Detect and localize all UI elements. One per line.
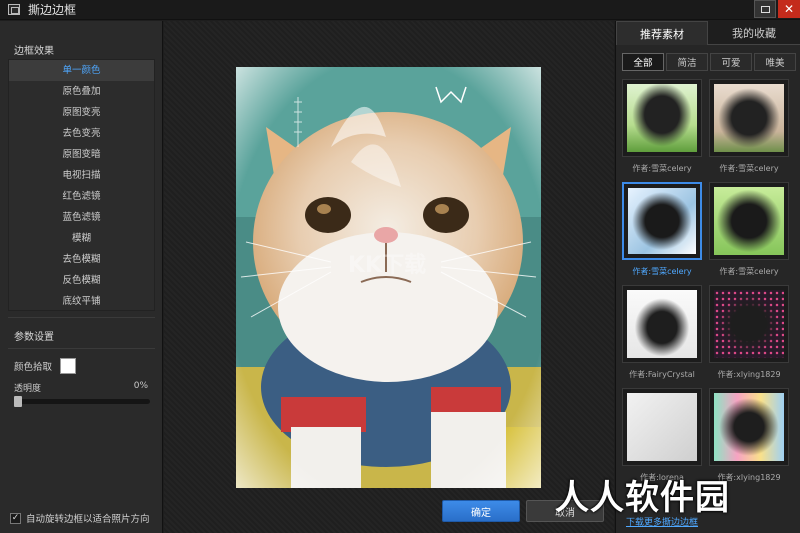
effects-list: 单一颜色 原色叠加 原图变亮 去色变亮 原图变暗 电视扫描 红色滤镜 蓝色滤镜 模糊 去色模糊 反色…: [8, 59, 155, 311]
effect-item[interactable]: 电视扫描: [9, 165, 154, 186]
material-card[interactable]: 作者:雪菜celery: [622, 79, 702, 174]
color-pick-label: 颜色拾取: [14, 362, 53, 373]
material-author: 作者:雪菜celery: [632, 267, 692, 276]
material-thumbnail[interactable]: [622, 79, 702, 157]
app-icon: [8, 4, 20, 15]
material-thumbnail[interactable]: [709, 285, 789, 363]
effect-item[interactable]: 模糊: [9, 228, 154, 249]
site-watermark: 人人软件园: [555, 478, 730, 518]
effect-item[interactable]: 原色叠加: [9, 81, 154, 102]
effects-section-title: 边框效果: [14, 46, 54, 57]
effect-item[interactable]: 原图变亮: [9, 102, 154, 123]
effect-item[interactable]: 蓝色滤镜: [9, 207, 154, 228]
auto-rotate-option[interactable]: ✓ 自动旋转边框以适合照片方向: [10, 511, 150, 525]
close-icon: ✕: [783, 2, 795, 16]
tab-favorites[interactable]: 我的收藏: [708, 21, 800, 45]
effect-item[interactable]: 单一颜色: [9, 60, 154, 81]
effect-item[interactable]: 去色模糊: [9, 249, 154, 270]
thumbnail-image: [628, 188, 696, 254]
material-author: 作者:FairyCrystal: [629, 370, 695, 379]
material-thumbnail[interactable]: [709, 388, 789, 466]
right-panel: 推荐素材 我的收藏 全部 简洁 可爱 唯美 作者:雪菜celery 作者:雪菜celery…: [615, 21, 800, 533]
material-thumbnail[interactable]: [709, 79, 789, 157]
material-card[interactable]: 作者:雪菜celery: [709, 182, 789, 277]
material-thumbnail[interactable]: [622, 285, 702, 363]
thumbnail-image: [627, 290, 697, 358]
color-pick-row: 颜色拾取: [14, 358, 77, 374]
thumbnail-image: [714, 84, 784, 152]
material-thumbnail[interactable]: [709, 182, 789, 260]
material-card[interactable]: 作者:雪菜celery: [622, 182, 702, 277]
opacity-row: 透明度 0%: [14, 381, 148, 394]
photo-preview: KK下载: [236, 67, 541, 488]
material-card[interactable]: 作者:xlying1829: [709, 388, 789, 483]
left-panel: 边框效果 单一颜色 原色叠加 原图变亮 去色变亮 原图变暗 电视扫描 红色滤镜 蓝色滤镜 模糊去…: [0, 21, 163, 533]
material-tabs: 推荐素材 我的收藏: [616, 21, 800, 45]
material-card[interactable]: 作者:xlying1829: [709, 285, 789, 380]
material-card[interactable]: 作者:雪菜celery: [709, 79, 789, 174]
effect-item[interactable]: 去色变亮: [9, 123, 154, 144]
material-thumbnail[interactable]: [622, 182, 702, 260]
window-title: 撕边边框: [28, 3, 77, 17]
material-card[interactable]: 作者:FairyCrystal: [622, 285, 702, 380]
effect-item[interactable]: 红色滤镜: [9, 186, 154, 207]
category-tab[interactable]: 简洁: [666, 53, 708, 71]
category-tabs: 全部 简洁 可爱 唯美: [622, 53, 798, 71]
material-author: 作者:雪菜celery: [632, 164, 692, 173]
thumbnail-image: [714, 393, 784, 461]
opacity-value: 0%: [133, 381, 148, 391]
close-button[interactable]: ✕: [778, 0, 800, 18]
thumbnail-image: [714, 187, 784, 255]
material-card[interactable]: 作者:lorena: [622, 388, 702, 483]
thumbnail-image: [627, 393, 697, 461]
material-thumbnail[interactable]: [622, 388, 702, 466]
effect-item[interactable]: 反色模糊: [9, 270, 154, 291]
confirm-button[interactable]: 确定: [442, 500, 520, 522]
tab-recommended[interactable]: 推荐素材: [616, 21, 708, 45]
category-tab[interactable]: 唯美: [754, 53, 796, 71]
opacity-slider-track[interactable]: [16, 399, 150, 404]
material-author: 作者:雪菜celery: [719, 267, 779, 276]
material-author: 作者:雪菜celery: [719, 164, 779, 173]
material-author: 作者:xlying1829: [717, 370, 781, 379]
opacity-label: 透明度: [14, 384, 42, 394]
auto-rotate-label: 自动旋转边框以适合照片方向: [26, 514, 150, 525]
effect-item[interactable]: 底纹平铺: [9, 291, 154, 312]
thumbnail-image: [714, 290, 784, 358]
opacity-slider-thumb[interactable]: [14, 396, 22, 407]
maximize-icon: [760, 5, 770, 13]
preview-area: KK下载 确定 取消: [164, 21, 614, 533]
params-section-title: 参数设置: [14, 332, 54, 343]
auto-rotate-checkbox[interactable]: ✓: [10, 512, 21, 524]
category-tab[interactable]: 可爱: [710, 53, 752, 71]
maximize-button[interactable]: [754, 0, 776, 18]
title-bar: 撕边边框 ✕: [0, 0, 800, 20]
category-tab[interactable]: 全部: [622, 53, 664, 71]
photo-watermark: KK下载: [348, 253, 427, 278]
thumbnail-image: [627, 84, 697, 152]
divider: [8, 348, 155, 349]
divider: [8, 317, 155, 318]
color-swatch[interactable]: [60, 358, 77, 374]
effect-item[interactable]: 原图变暗: [9, 144, 154, 165]
